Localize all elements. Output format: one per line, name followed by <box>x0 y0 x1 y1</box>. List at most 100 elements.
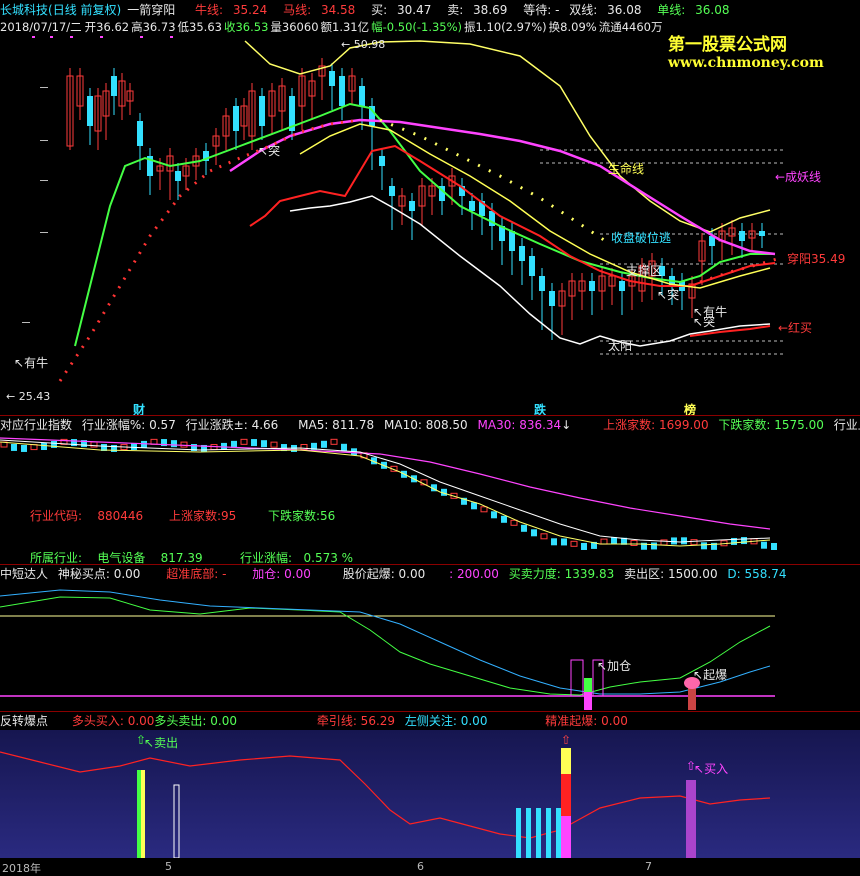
industry-candle-body <box>180 441 188 448</box>
industry-candle-body <box>771 542 777 550</box>
industry-ma30: MA30: 836.34 <box>477 418 562 432</box>
candle-body <box>87 96 93 126</box>
y-tick <box>40 140 48 141</box>
mairu-bar <box>686 780 696 858</box>
industry-candle-body <box>561 538 567 546</box>
industry-zhangfu: 行业涨幅%: 0.57 <box>81 418 176 432</box>
industry-zhangdie: 行业涨跌±: 4.66 <box>185 418 279 432</box>
period-label[interactable]: (日线 前复权) <box>48 3 121 17</box>
candle-body <box>137 121 143 146</box>
industry-candle-body <box>251 439 257 447</box>
niu-value: 35.24 <box>232 3 268 17</box>
axis-month-7: 7 <box>645 860 652 873</box>
quote-turnover: 换8.09% <box>548 20 597 34</box>
industry-candle-body <box>321 440 327 448</box>
industry-index-chart[interactable] <box>0 432 860 562</box>
industry-candle-body <box>41 443 47 451</box>
quote-high: 高36.73 <box>131 20 176 34</box>
candle-body <box>519 246 525 261</box>
jingzhun-bar-yellow <box>561 748 571 774</box>
candle-body <box>739 231 745 241</box>
quote-amount: 额1.31亿 <box>320 20 370 34</box>
quote-volume: 量36060 <box>270 20 319 34</box>
zhichengqu-label: 支撑区 <box>626 264 663 278</box>
tu-label-2: ↖突 <box>657 288 680 302</box>
industry-candle-body <box>90 441 98 448</box>
industry-ma5-line <box>0 441 771 547</box>
youniu-label-1: ↖有牛 <box>14 356 49 370</box>
time-axis <box>0 858 860 874</box>
panel-separator <box>0 711 860 712</box>
quote-change: 幅-0.50(-1.35%) <box>371 20 463 34</box>
jingzhun-bar-mag <box>561 816 571 858</box>
red-dotted-line <box>58 118 361 382</box>
stock-name[interactable]: 长城科技 <box>0 3 48 17</box>
industry-candle-body <box>491 511 497 519</box>
industry-candle-body <box>600 538 608 545</box>
industry-candle-body <box>611 537 617 545</box>
industry-down-label: 下跌家数:56 <box>268 509 336 523</box>
industry-up-label: 上涨家数:95 <box>169 509 237 523</box>
candle-body <box>359 86 365 106</box>
tu-label-1: ↖突 <box>258 144 281 158</box>
sell-bar-yellow <box>141 770 145 858</box>
industry-candle-body <box>551 538 557 546</box>
zhongduan-blue-line <box>0 589 771 695</box>
fanzhuan-header: 反转爆点 多头买入: 0.00多头卖出: 0.00 牵引线: 56.29 左侧关… <box>0 713 634 729</box>
industry-candle-body <box>671 537 677 545</box>
svg-text:⇧: ⇧ <box>561 733 571 747</box>
maichu-label: ↖卖出 <box>144 736 179 750</box>
industry-candle-body <box>330 438 338 445</box>
candle-body <box>589 281 595 291</box>
industry-ma10: MA10: 808.50 <box>384 418 468 432</box>
hongmai-label: ←红买 <box>778 321 813 335</box>
zhongduan-chart[interactable] <box>0 582 860 712</box>
candle-body <box>339 76 345 106</box>
industry-title[interactable]: 对应行业指数 <box>0 418 72 432</box>
fanzhuan-duotou-sell: 多头卖出: 0.00 <box>154 714 237 728</box>
buy-value: 30.47 <box>397 3 432 17</box>
candle-body <box>329 71 335 86</box>
y-tick <box>40 232 48 233</box>
industry-candle-body <box>171 440 177 448</box>
industry-down-count: 下跌家数: 1575.00 <box>718 418 824 432</box>
industry-candle-body <box>341 443 347 451</box>
industry-candle-body <box>270 441 278 448</box>
industry-candle-body <box>240 438 248 445</box>
industry-candle-body <box>741 537 747 545</box>
fanzhuan-chart[interactable]: ⇧ ⇧ ⇧ <box>0 730 860 860</box>
candle-body <box>619 281 625 291</box>
quote-float: 流通4460万 <box>598 20 663 34</box>
niu-label: 牛线: <box>195 3 227 17</box>
industry-candle-body <box>521 524 527 532</box>
fanzhuan-title[interactable]: 反转爆点 <box>0 714 48 728</box>
fanzhuan-jingzhun: 精准起爆: 0.00 <box>545 714 628 728</box>
industry-candle-body <box>480 506 488 513</box>
industry-candle-body <box>501 515 507 523</box>
zhongduan-title[interactable]: 中短达人 <box>0 567 48 581</box>
main-price-chart[interactable] <box>0 36 860 416</box>
axis-month-5: 5 <box>165 860 172 873</box>
quote-low: 低35.63 <box>177 20 222 34</box>
candle-body <box>259 96 265 126</box>
formula-name: 一箭穿阳 <box>127 3 176 17</box>
low-price-label: ← 25.43 <box>6 390 51 403</box>
zhongduan-limai: 买卖力度: 1339.83 <box>508 567 615 581</box>
sell-bar-outline <box>173 784 180 859</box>
candle-body <box>549 291 555 306</box>
industry-candle-body <box>11 443 17 451</box>
axis-month-6: 6 <box>417 860 424 873</box>
mairu-label: ↖买入 <box>694 762 729 776</box>
industry-up-count: 上涨家数: 1699.00 <box>603 418 709 432</box>
industry-candle-body <box>761 541 767 549</box>
industry-candle-body <box>531 529 537 537</box>
quote-amplitude: 振1.10(2.97%) <box>464 20 547 34</box>
ma-value: 34.58 <box>320 3 356 17</box>
candle-body <box>175 171 181 181</box>
ma-label: 马线: <box>283 3 315 17</box>
header-row-2: 2018/07/17/二 开36.62 高36.73 低35.63 收36.53 量360… <box>0 19 669 35</box>
zhongduan-shenmi: 神秘买点: 0.00 <box>57 567 141 581</box>
panel-separator <box>0 415 860 416</box>
tu-label-3: ↖突 <box>693 315 716 329</box>
dan-label: 单线: <box>657 3 690 17</box>
